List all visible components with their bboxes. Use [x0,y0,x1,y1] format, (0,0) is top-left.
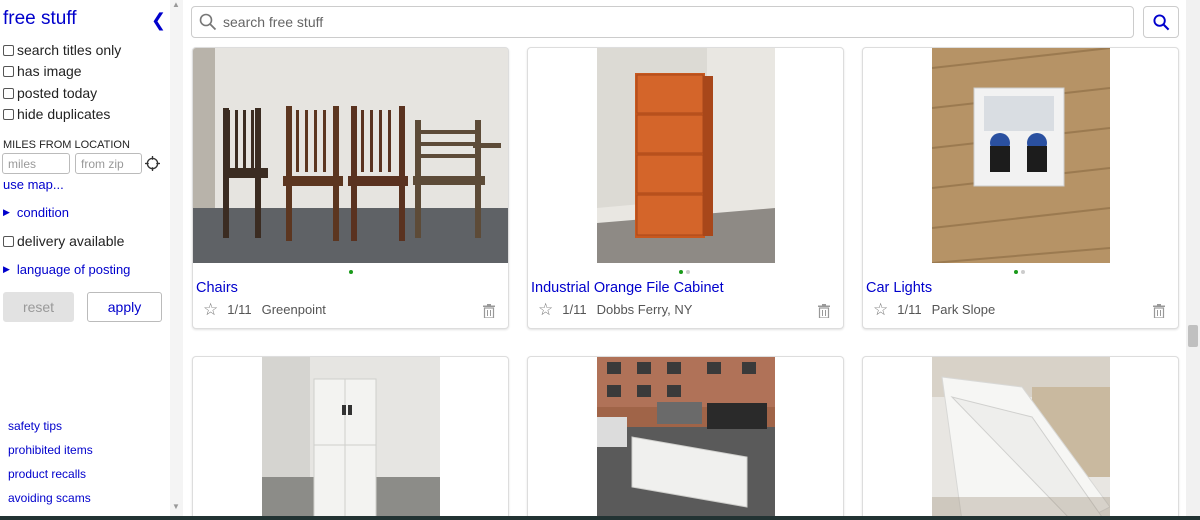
listing-image[interactable] [597,48,775,263]
checkbox-label: hide duplicates [17,106,111,122]
checkbox-box[interactable] [3,65,14,77]
listing-card[interactable]: Chairs ☆ 1/11 Greenpoint [192,47,509,329]
listing-location: Dobbs Ferry, NY [596,302,693,317]
use-map-link[interactable]: use map... [3,177,64,192]
image-dots[interactable] [679,270,690,274]
miles-input[interactable]: miles [2,153,70,174]
language-label: language of posting [16,262,131,277]
listing-card[interactable] [192,356,509,520]
condition-label: condition [16,205,69,220]
scrollbar-thumb[interactable] [1188,325,1198,347]
zip-input[interactable]: from zip [75,153,142,174]
listing-card[interactable] [527,356,844,520]
search-button[interactable] [1143,6,1179,38]
listing-location: Park Slope [931,302,996,317]
listing-date: 1/11 [562,302,587,317]
prohibited-items-link[interactable]: prohibited items [8,443,93,457]
listing-image[interactable] [193,48,509,263]
listing-card[interactable] [862,356,1179,520]
listing-title[interactable]: Chairs [196,280,238,296]
avoiding-scams-link[interactable]: avoiding scams [8,491,91,505]
triangle-right-icon: ▶ [3,207,10,217]
posted-today-checkbox[interactable]: posted today [3,85,97,101]
language-of-posting-toggle[interactable]: ▶ language of posting [3,262,130,277]
listing-image[interactable] [932,48,1110,263]
miles-from-location-label: MILES FROM LOCATION [3,139,130,151]
scroll-down-arrow-icon[interactable]: ▼ [172,502,180,511]
listing-card[interactable]: Industrial Orange File Cabinet ☆ 1/11 Do… [527,47,844,329]
product-recalls-link[interactable]: product recalls [8,467,86,481]
checkbox-label: delivery available [17,233,125,249]
star-icon[interactable]: ☆ [203,301,218,318]
delivery-available-checkbox[interactable]: delivery available [3,233,124,249]
star-icon[interactable]: ☆ [538,301,553,318]
search-icon [199,13,217,31]
checkbox-label: has image [17,63,82,79]
sidebar: free stuff ❮ search titles only has imag… [0,0,170,520]
page-scrollbar[interactable] [1186,0,1200,516]
checkbox-box[interactable] [3,87,14,99]
search-titles-only-checkbox[interactable]: search titles only [3,42,121,58]
listing-meta: ☆ 1/11 Dobbs Ferry, NY [538,301,693,318]
trash-icon[interactable] [483,304,495,318]
safety-tips-link[interactable]: safety tips [8,419,62,433]
checkbox-box[interactable] [3,235,14,247]
checkbox-label: search titles only [17,42,122,58]
listing-image[interactable] [932,357,1110,520]
sidebar-scrollbar[interactable]: ▲ ▼ [170,0,183,516]
listing-image[interactable] [597,357,775,520]
search-icon [1153,14,1170,31]
trash-icon[interactable] [818,304,830,318]
image-dots[interactable] [1014,270,1025,274]
star-icon[interactable]: ☆ [873,301,888,318]
condition-toggle[interactable]: ▶ condition [3,205,69,220]
listing-date: 1/11 [227,302,252,317]
listing-location: Greenpoint [261,302,326,317]
apply-button[interactable]: apply [87,292,162,322]
image-dots[interactable] [349,270,353,274]
search-input[interactable]: search free stuff [223,14,323,30]
scroll-up-arrow-icon[interactable]: ▲ [172,0,180,9]
reset-button[interactable]: reset [3,292,74,322]
has-image-checkbox[interactable]: has image [3,63,82,79]
checkbox-label: posted today [17,85,98,101]
listing-card[interactable]: Car Lights ☆ 1/11 Park Slope [862,47,1179,329]
listing-meta: ☆ 1/11 Park Slope [873,301,996,318]
window-bottom-edge [0,516,1200,520]
listing-title[interactable]: Car Lights [866,280,932,296]
crosshair-icon[interactable] [145,156,160,171]
triangle-right-icon: ▶ [3,264,10,274]
search-bar[interactable]: search free stuff [191,6,1134,38]
listing-meta: ☆ 1/11 Greenpoint [203,301,326,318]
listing-title[interactable]: Industrial Orange File Cabinet [531,280,724,296]
listing-date: 1/11 [897,302,922,317]
trash-icon[interactable] [1153,304,1165,318]
checkbox-box[interactable] [3,108,14,120]
chevron-left-icon[interactable]: ❮ [151,10,166,31]
category-title[interactable]: free stuff [3,8,77,30]
hide-duplicates-checkbox[interactable]: hide duplicates [3,106,110,122]
listing-image[interactable] [262,357,440,520]
checkbox-box[interactable] [3,44,14,56]
